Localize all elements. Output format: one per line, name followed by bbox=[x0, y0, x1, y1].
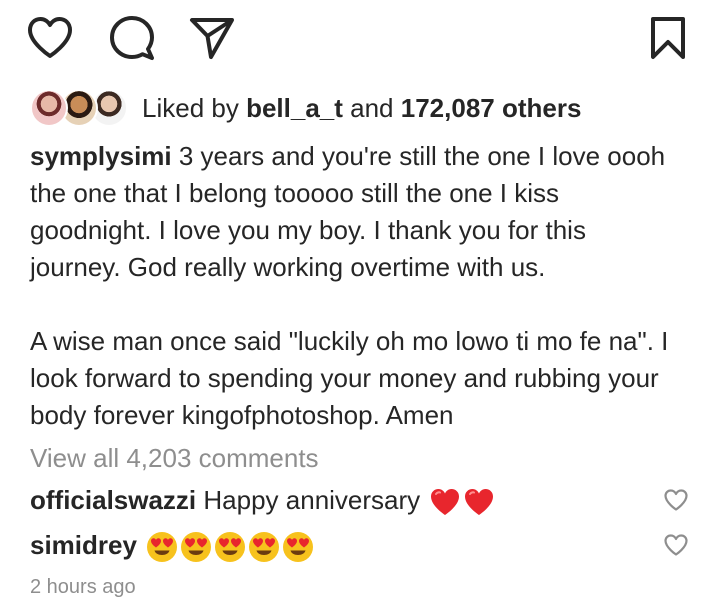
comment-username[interactable]: officialswazzi bbox=[30, 485, 196, 515]
comment-like-heart-icon[interactable] bbox=[660, 484, 692, 516]
heart-eyes-emoji-icon bbox=[282, 531, 314, 563]
comment-row: officialswazzi Happy anniversary bbox=[30, 480, 692, 520]
post-footer: Liked by bell_a_t and 172,087 others sym… bbox=[0, 0, 720, 600]
liker-username[interactable]: bell_a_t bbox=[246, 93, 343, 123]
heart-eyes-emoji-icon bbox=[248, 531, 280, 563]
comment-like-heart-icon[interactable] bbox=[660, 529, 692, 561]
liker-avatars[interactable] bbox=[30, 89, 130, 127]
heart-eyes-emoji-icon bbox=[180, 531, 212, 563]
view-all-comments-link[interactable]: View all 4,203 comments bbox=[30, 441, 319, 475]
likes-connector: and bbox=[350, 93, 394, 123]
comment-body: simidrey bbox=[30, 526, 314, 564]
heart-icon[interactable] bbox=[26, 14, 74, 62]
comment-username[interactable]: simidrey bbox=[30, 530, 137, 560]
comment-text: Happy anniversary bbox=[203, 485, 421, 515]
avatar[interactable] bbox=[30, 89, 68, 127]
caption-paragraph: A wise man once said "luckily oh mo lowo… bbox=[30, 326, 669, 430]
red-heart-icon bbox=[463, 487, 495, 517]
action-bar bbox=[0, 0, 720, 80]
likes-count[interactable]: 172,087 others bbox=[401, 93, 582, 123]
caption-paragraph: symplysimi 3 years and you're still the … bbox=[30, 138, 670, 286]
bookmark-icon[interactable] bbox=[644, 14, 692, 62]
comment-icon[interactable] bbox=[108, 14, 156, 62]
heart-eyes-emoji-icon bbox=[146, 531, 178, 563]
likes-summary[interactable]: Liked by bell_a_t and 172,087 others bbox=[30, 88, 581, 128]
post-timestamp: 2 hours ago bbox=[30, 576, 136, 598]
caption-username[interactable]: symplysimi bbox=[30, 141, 172, 171]
post-caption: symplysimi 3 years and you're still the … bbox=[30, 138, 670, 434]
likes-prefix: Liked by bbox=[142, 93, 239, 123]
likes-text: Liked by bell_a_t and 172,087 others bbox=[142, 89, 581, 127]
heart-eyes-emoji-icon bbox=[214, 531, 246, 563]
comment-body: officialswazzi Happy anniversary bbox=[30, 481, 495, 519]
red-heart-icon bbox=[429, 487, 461, 517]
share-icon[interactable] bbox=[188, 14, 236, 62]
comment-row: simidrey bbox=[30, 525, 692, 565]
